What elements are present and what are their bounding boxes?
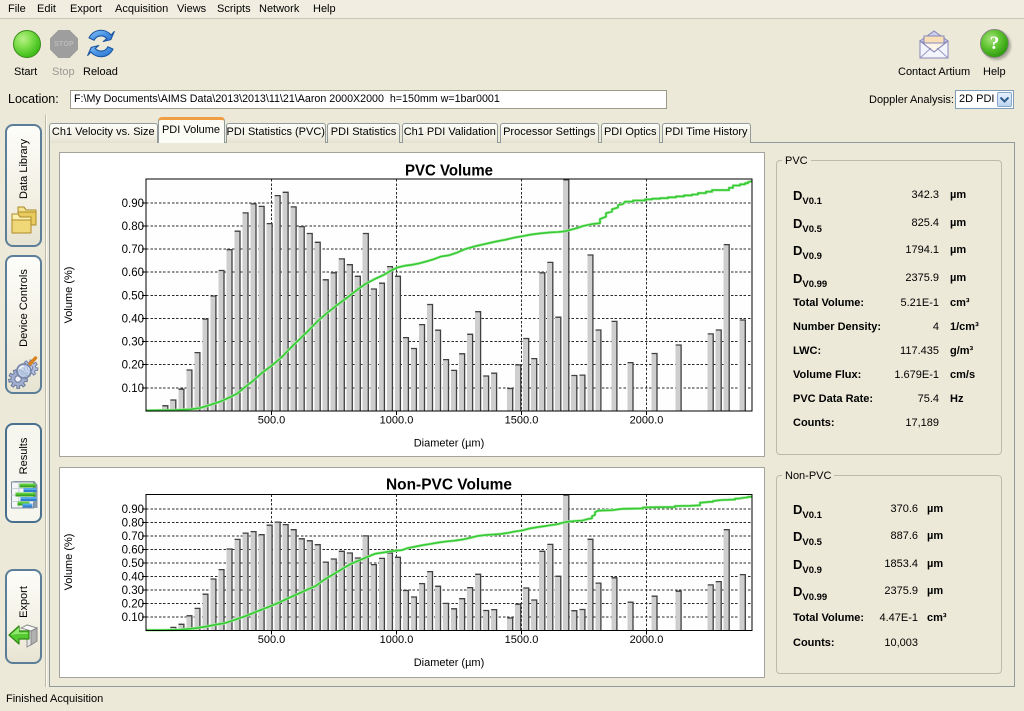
svg-text:0.10: 0.10 bbox=[122, 612, 144, 624]
svg-text:0.90: 0.90 bbox=[122, 504, 144, 516]
svg-text:0.70: 0.70 bbox=[122, 244, 144, 256]
svg-text:0.80: 0.80 bbox=[122, 221, 144, 233]
svg-text:0.20: 0.20 bbox=[122, 360, 144, 372]
svg-text:1000.0: 1000.0 bbox=[380, 634, 414, 646]
svg-text:Volume (%): Volume (%) bbox=[63, 267, 75, 324]
svg-text:2000.0: 2000.0 bbox=[630, 415, 664, 427]
svg-text:0.60: 0.60 bbox=[122, 544, 144, 556]
svg-text:2000.0: 2000.0 bbox=[630, 634, 664, 646]
svg-text:0.20: 0.20 bbox=[122, 599, 144, 611]
svg-text:0.40: 0.40 bbox=[122, 314, 144, 326]
svg-text:Volume (%): Volume (%) bbox=[63, 534, 75, 591]
svg-text:0.80: 0.80 bbox=[122, 517, 144, 529]
svg-text:PVC Volume: PVC Volume bbox=[405, 163, 493, 180]
svg-text:500.0: 500.0 bbox=[258, 415, 286, 427]
svg-text:Diameter (µm): Diameter (µm) bbox=[414, 657, 485, 669]
svg-text:1500.0: 1500.0 bbox=[505, 634, 539, 646]
svg-text:0.50: 0.50 bbox=[122, 290, 144, 302]
svg-text:0.10: 0.10 bbox=[122, 383, 144, 395]
svg-text:0.30: 0.30 bbox=[122, 337, 144, 349]
svg-text:0.30: 0.30 bbox=[122, 585, 144, 597]
svg-text:0.70: 0.70 bbox=[122, 531, 144, 543]
svg-text:Non-PVC Volume: Non-PVC Volume bbox=[386, 476, 512, 493]
svg-text:0.60: 0.60 bbox=[122, 267, 144, 279]
svg-text:0.90: 0.90 bbox=[122, 198, 144, 210]
svg-text:500.0: 500.0 bbox=[258, 634, 286, 646]
svg-text:Diameter (µm): Diameter (µm) bbox=[414, 438, 485, 450]
svg-text:1500.0: 1500.0 bbox=[505, 415, 539, 427]
svg-text:0.50: 0.50 bbox=[122, 558, 144, 570]
svg-text:0.40: 0.40 bbox=[122, 571, 144, 583]
svg-text:1000.0: 1000.0 bbox=[380, 415, 414, 427]
